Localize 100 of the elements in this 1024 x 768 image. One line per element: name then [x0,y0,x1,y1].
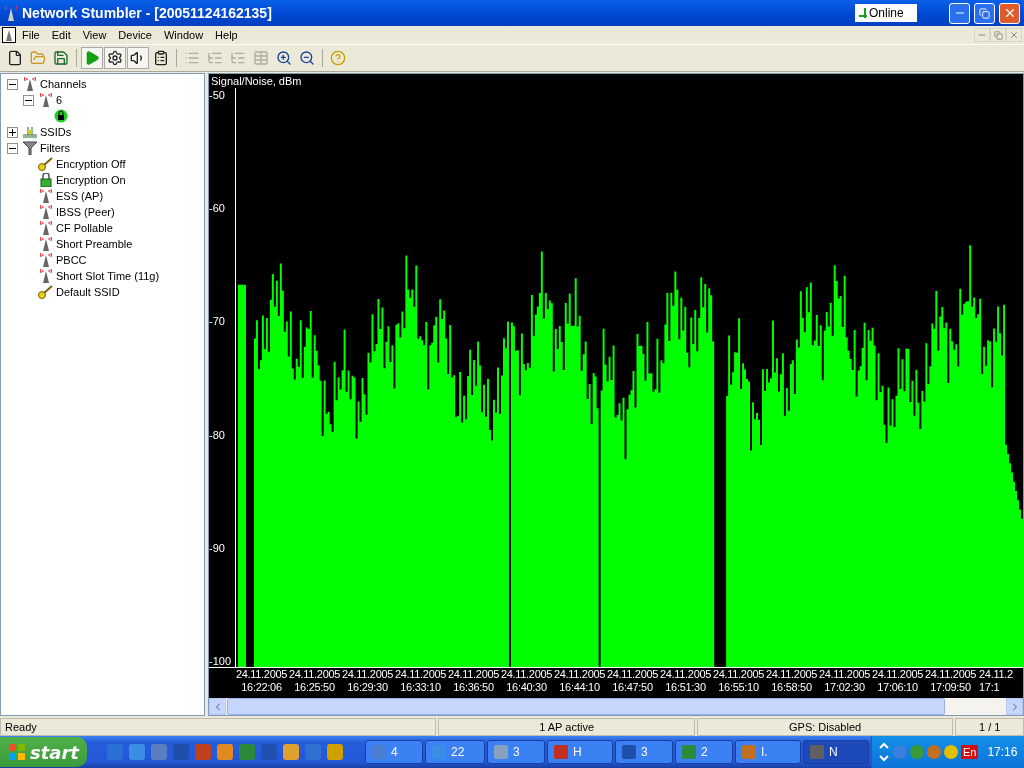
status-text: 1 / 1 [955,718,1024,736]
menu-item[interactable]: View [76,29,113,41]
app-icon[interactable] [238,744,255,760]
tree-item[interactable]: Filters [40,142,70,154]
time-axis-label: 24.11.2005 17:02:30 [818,668,871,695]
app-icon[interactable] [150,744,167,760]
props-icon [153,50,169,66]
tree-item[interactable]: 6 [56,94,63,106]
app-icon[interactable] [282,744,299,760]
gear-icon [107,50,123,66]
app-icon[interactable] [216,744,233,760]
taskbar-button[interactable]: I. [734,740,801,764]
time-axis-label: 24.11.2005 16:51:30 [659,668,712,695]
tree-item[interactable]: Encryption Off [56,158,126,170]
tree-item[interactable]: Encryption On [56,174,126,186]
new-icon [7,50,23,66]
antenna-icon [22,77,38,91]
antenna-icon [38,253,54,267]
clock: 17:16 [987,745,1018,759]
collapse-icon[interactable] [7,142,18,154]
status-text: 1 AP active [438,718,695,736]
app-icon[interactable] [106,744,123,760]
app-icon[interactable] [172,744,189,760]
menu-item[interactable]: File [16,29,46,41]
taskbar-button[interactable]: 4 [364,740,423,764]
windows-logo-icon [8,743,26,761]
taskbar-button[interactable]: N [802,740,869,764]
tree-item[interactable]: CF Pollable [56,222,113,234]
language-indicator[interactable]: En [960,745,979,759]
taskbar-button[interactable]: H [546,740,613,764]
restore-button[interactable] [990,28,1006,42]
menu-item[interactable]: Device [112,29,158,41]
scroll-left-button[interactable] [209,698,226,715]
expand-icon[interactable] [7,126,18,138]
signal-icon [859,8,867,18]
network-icon [22,125,38,139]
maximize-button[interactable] [974,2,995,24]
time-axis-label: 24.11.2 17:1 [978,668,1014,695]
antenna-icon [38,237,54,251]
tree-item[interactable]: Short Slot Time (11g) [56,270,160,282]
collapse-icon[interactable] [23,94,34,106]
taskbar-button[interactable]: 2 [674,740,733,764]
tree-item[interactable]: Default SSID [56,286,120,298]
lock-icon [38,173,54,187]
time-axis-label: 24.11.2005 16:40:30 [500,668,553,695]
restore-icon [993,30,1003,40]
tree-item[interactable]: Short Preamble [56,238,133,250]
time-axis-label: 24.11.2005 16:29:30 [341,668,394,695]
close-button[interactable] [1006,28,1022,42]
scroll-right-button[interactable] [1006,698,1023,715]
time-axis-label: 24.11.2005 16:22:06 [235,668,288,695]
tree-item[interactable]: PBCC [56,254,87,266]
app-icon[interactable] [194,744,211,760]
axis-tick-label: -90 [209,542,226,554]
app-icon[interactable] [128,744,145,760]
time-axis-label: 24.11.2005 17:09:50 [924,668,977,695]
menu-item[interactable]: Window [158,29,210,41]
gear-tool[interactable] [104,47,126,69]
tray-icon[interactable] [943,745,958,759]
tree-item[interactable]: ESS (AP) [56,190,104,202]
speaker-tool[interactable] [127,47,149,69]
taskbar-button[interactable]: 3 [486,740,545,764]
zoomin-icon [276,50,292,66]
axis-tick-label: -70 [209,316,226,328]
time-axis-label: 24.11.2005 16:25:50 [288,668,341,695]
play-icon [84,50,100,66]
tray-icon[interactable] [909,745,924,759]
app-icon[interactable] [304,744,321,760]
axis-title: Signal/Noise, dBm [210,74,303,88]
collapse-icon[interactable] [7,78,18,90]
window-title: Network Stumbler - [20051124162135] [22,5,273,21]
axis-tick-label: -60 [209,203,226,215]
key-icon [38,285,54,299]
tree-item[interactable]: SSIDs [40,126,72,138]
axis-tick-label: -80 [209,429,226,441]
antenna-icon [38,205,54,219]
antenna-icon [38,221,54,235]
grid-icon [253,50,269,66]
time-axis-label: 24.11.2005 16:58:50 [765,668,818,695]
menu-item[interactable]: Help [209,29,244,41]
axis-tick-label: -100 [209,655,233,667]
document-icon[interactable] [2,27,16,43]
tree-item[interactable]: IBSS (Peer) [56,206,115,218]
taskbar-button[interactable]: 22 [424,740,485,764]
save-icon [53,50,69,66]
menu-item[interactable]: Edit [45,29,77,41]
list3-icon [230,50,246,66]
time-axis-label: 24.11.2005 16:55:10 [712,668,765,695]
help-icon [330,50,346,66]
axis-tick-label: -50 [209,90,226,101]
tray-icon[interactable] [926,745,941,759]
app-icon[interactable] [326,744,343,760]
tree-item[interactable]: Channels [40,78,87,90]
app-icon[interactable] [260,744,277,760]
antenna-icon [38,93,54,107]
status-indicator: Online [855,4,917,22]
taskbar-button[interactable]: 3 [614,740,673,764]
zoomout-icon [299,50,315,66]
scrollbar-thumb[interactable] [227,698,945,715]
list2-icon [207,50,223,66]
